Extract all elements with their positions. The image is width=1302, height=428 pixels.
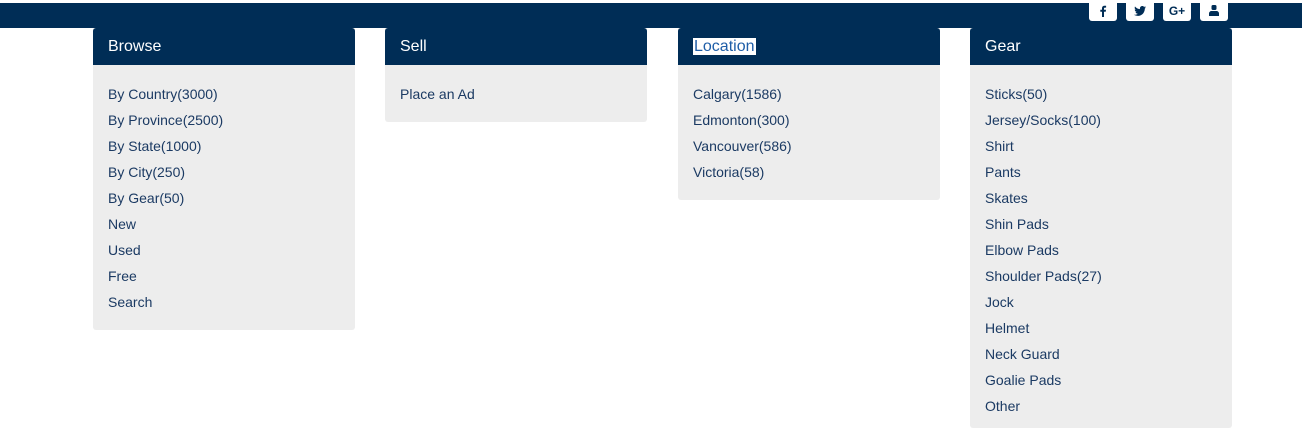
gear-link-skates[interactable]: Skates [985, 188, 1232, 214]
location-link-edmonton[interactable]: Edmonton(300) [693, 110, 940, 136]
gear-link-goalie-pads[interactable]: Goalie Pads [985, 370, 1232, 396]
browse-link-by-country[interactable]: By Country(3000) [108, 84, 355, 110]
user-icon[interactable] [1200, 0, 1228, 21]
sell-title: Sell [400, 38, 427, 55]
gear-link-sticks[interactable]: Sticks(50) [985, 84, 1232, 110]
gear-link-jock[interactable]: Jock [985, 292, 1232, 318]
gear-link-neck-guard[interactable]: Neck Guard [985, 344, 1232, 370]
sell-link-place-an-ad[interactable]: Place an Ad [400, 84, 647, 110]
location-panel-header: Location [678, 28, 940, 65]
browse-panel: Browse By Country(3000) By Province(2500… [93, 28, 355, 330]
google-plus-icon[interactable]: G+ [1163, 0, 1191, 21]
location-title: Location [693, 38, 756, 55]
google-plus-label: G+ [1168, 3, 1186, 18]
browse-link-new[interactable]: New [108, 214, 355, 240]
gear-panel-header: Gear [970, 28, 1232, 65]
gear-panel: Gear Sticks(50) Jersey/Socks(100) Shirt … [970, 28, 1232, 428]
location-link-victoria[interactable]: Victoria(58) [693, 162, 940, 188]
sell-panel-header: Sell [385, 28, 647, 65]
browse-link-used[interactable]: Used [108, 240, 355, 266]
location-link-calgary[interactable]: Calgary(1586) [693, 84, 940, 110]
location-link-vancouver[interactable]: Vancouver(586) [693, 136, 940, 162]
sell-list: Place an Ad [385, 65, 647, 110]
browse-link-search[interactable]: Search [108, 292, 355, 318]
location-list: Calgary(1586) Edmonton(300) Vancouver(58… [678, 65, 940, 188]
browse-link-free[interactable]: Free [108, 266, 355, 292]
browse-title: Browse [108, 38, 162, 55]
gear-link-helmet[interactable]: Helmet [985, 318, 1232, 344]
browse-link-by-gear[interactable]: By Gear(50) [108, 188, 355, 214]
browse-link-by-city[interactable]: By City(250) [108, 162, 355, 188]
browse-link-by-state[interactable]: By State(1000) [108, 136, 355, 162]
gear-link-elbow-pads[interactable]: Elbow Pads [985, 240, 1232, 266]
gear-list: Sticks(50) Jersey/Socks(100) Shirt Pants… [970, 65, 1232, 422]
gear-link-jersey-socks[interactable]: Jersey/Socks(100) [985, 110, 1232, 136]
browse-link-by-province[interactable]: By Province(2500) [108, 110, 355, 136]
sell-panel: Sell Place an Ad [385, 28, 647, 122]
browse-list: By Country(3000) By Province(2500) By St… [93, 65, 355, 318]
browse-panel-header: Browse [93, 28, 355, 65]
gear-link-pants[interactable]: Pants [985, 162, 1232, 188]
gear-link-shin-pads[interactable]: Shin Pads [985, 214, 1232, 240]
gear-link-other[interactable]: Other [985, 396, 1232, 422]
gear-title: Gear [985, 38, 1021, 55]
gear-link-shoulder-pads[interactable]: Shoulder Pads(27) [985, 266, 1232, 292]
location-panel: Location Calgary(1586) Edmonton(300) Van… [678, 28, 940, 200]
facebook-icon[interactable] [1089, 0, 1117, 21]
gear-link-shirt[interactable]: Shirt [985, 136, 1232, 162]
twitter-icon[interactable] [1126, 0, 1154, 21]
